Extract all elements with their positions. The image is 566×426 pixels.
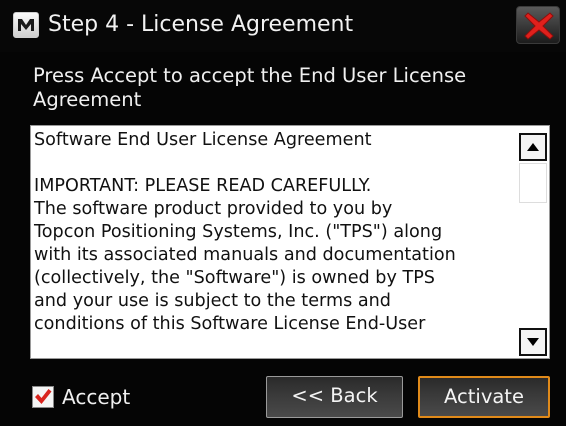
license-text-box[interactable]: Software End User License Agreement IMPO…	[30, 125, 550, 359]
title-bar: Step 4 - License Agreement	[0, 0, 566, 52]
scroll-up-button[interactable]	[519, 133, 547, 161]
scroll-thumb[interactable]	[519, 163, 547, 203]
accept-label[interactable]: Accept	[62, 383, 130, 411]
window-title: Step 4 - License Agreement	[48, 12, 354, 37]
license-agreement-window: Step 4 - License Agreement Press Accept …	[0, 0, 566, 426]
checkmark-icon	[35, 389, 52, 404]
accept-checkbox[interactable]	[32, 386, 54, 408]
app-logo-icon	[13, 12, 39, 38]
back-button[interactable]: << Back	[266, 376, 403, 418]
instruction-text: Press Accept to accept the End User Lice…	[33, 64, 467, 111]
license-line: The software product provided to you by	[34, 199, 393, 219]
license-heading: Software End User License Agreement	[34, 130, 372, 150]
license-line: with its associated manuals and document…	[34, 245, 456, 265]
vertical-scrollbar[interactable]	[519, 128, 547, 356]
license-text: Software End User License Agreement IMPO…	[34, 129, 514, 336]
license-line: conditions of this Software License End-…	[34, 314, 426, 334]
license-line: (collectively, the "Software") is owned …	[34, 268, 435, 288]
activate-button[interactable]: Activate	[418, 376, 550, 418]
close-x-icon	[524, 12, 554, 40]
license-line: Topcon Positioning Systems, Inc. ("TPS")…	[34, 222, 443, 242]
arrow-up-icon	[527, 143, 539, 151]
arrow-down-icon	[527, 338, 539, 346]
scroll-down-button[interactable]	[519, 328, 547, 356]
license-line: and your use is subject to the terms and	[34, 291, 391, 311]
license-line: IMPORTANT: PLEASE READ CAREFULLY.	[34, 176, 372, 196]
close-button[interactable]	[516, 6, 560, 44]
